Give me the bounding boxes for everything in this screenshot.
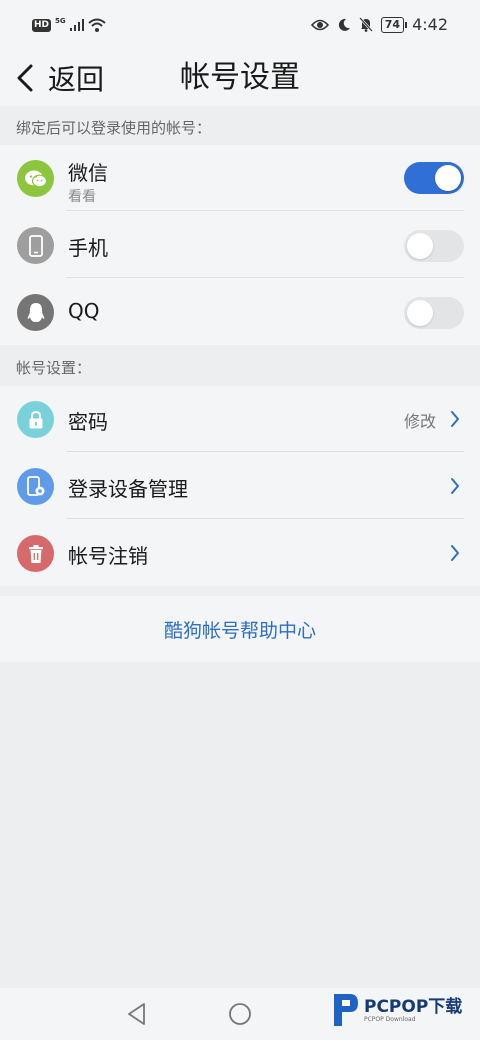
toggle-knob <box>435 165 461 191</box>
wechat-toggle[interactable] <box>404 162 464 194</box>
toggle-knob <box>407 233 433 259</box>
divider <box>66 451 464 452</box>
watermark-text-block: PCPOP下载 PCPOP Download <box>364 998 462 1023</box>
divider <box>66 518 464 519</box>
list-item-password[interactable]: 密码 修改 <box>0 386 480 452</box>
qq-toggle[interactable] <box>404 297 464 329</box>
account-section-label: 帐号设置： <box>16 359 92 377</box>
lock-icon <box>17 401 54 438</box>
status-left: HD 5G <box>32 17 106 32</box>
navigation-bar: PCPOP下载 PCPOP Download <box>0 988 480 1040</box>
back-button[interactable]: 返回 <box>16 58 104 98</box>
watermark: PCPOP下载 PCPOP Download <box>330 990 462 1030</box>
account-cancel-label: 帐号注销 <box>68 544 148 568</box>
wechat-nickname: 看看 <box>68 189 96 205</box>
divider <box>66 210 464 211</box>
wechat-icon <box>17 160 54 197</box>
list-item-qq: QQ <box>0 279 480 345</box>
pcpop-logo-icon <box>334 994 358 1026</box>
device-management-label: 登录设备管理 <box>68 477 188 501</box>
wechat-label: 微信 <box>68 161 108 185</box>
qq-label: QQ <box>68 299 100 323</box>
qq-icon <box>17 294 54 331</box>
toggle-knob <box>407 300 433 326</box>
trash-icon <box>17 535 54 572</box>
chevron-right-icon <box>451 478 459 494</box>
back-label: 返回 <box>48 63 105 96</box>
eye-icon <box>310 19 329 30</box>
watermark-title: PCPOP下载 <box>364 996 463 1017</box>
moon-icon <box>338 18 350 31</box>
phone-label: 手机 <box>68 236 108 260</box>
status-bar: HD 5G 74 4:42 <box>0 0 480 52</box>
list-item-phone: 手机 <box>0 212 480 278</box>
phone-toggle[interactable] <box>404 230 464 262</box>
status-right: 74 4:42 <box>310 15 448 34</box>
network-type: 5G <box>55 17 66 25</box>
device-settings-icon <box>17 468 54 505</box>
password-action: 修改 <box>403 412 436 431</box>
phone-icon <box>17 227 54 264</box>
nav-home-icon[interactable] <box>228 1002 252 1026</box>
chevron-left-icon <box>17 64 33 92</box>
signal-icon <box>69 19 84 31</box>
mute-bell-icon <box>358 17 373 32</box>
status-time: 4:42 <box>412 15 448 34</box>
bound-accounts-group: 微信 看看 手机 QQ <box>0 145 480 345</box>
chevron-right-icon <box>451 411 459 427</box>
wifi-icon <box>87 18 106 32</box>
hd-badge: HD <box>32 18 52 32</box>
bound-section-label: 绑定后可以登录使用的帐号： <box>16 119 212 137</box>
help-center-box: 酷狗帐号帮助中心 <box>0 596 480 662</box>
nav-back-icon[interactable] <box>126 1002 148 1026</box>
account-settings-group: 密码 修改 登录设备管理 帐号注销 <box>0 386 480 586</box>
battery-indicator: 74 <box>380 16 408 33</box>
password-label: 密码 <box>68 410 108 434</box>
watermark-subtitle: PCPOP Download <box>364 1015 416 1023</box>
list-item-device-management[interactable]: 登录设备管理 <box>0 453 480 519</box>
list-item-account-cancel[interactable]: 帐号注销 <box>0 520 480 586</box>
header-bar: 帐号设置 返回 <box>0 52 480 106</box>
chevron-right-icon <box>451 545 459 561</box>
help-center-link[interactable]: 酷狗帐号帮助中心 <box>164 616 316 643</box>
list-item-wechat: 微信 看看 <box>0 145 480 211</box>
divider <box>66 277 464 278</box>
